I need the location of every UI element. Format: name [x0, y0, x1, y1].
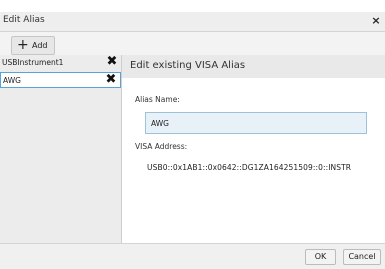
- alias-list-item-awg[interactable]: AWG ✖: [0, 72, 121, 88]
- dialog-title: Edit Alias: [3, 15, 45, 25]
- delete-icon[interactable]: ✖: [104, 72, 118, 88]
- alias-list: USBInstrument1 ✖ AWG ✖: [0, 54, 122, 243]
- alias-name-input[interactable]: [145, 112, 367, 134]
- editor-heading: Edit existing VISA Alias: [130, 60, 246, 71]
- visa-address-value: USB0::0x1AB1::0x0642::DG1ZA164251509::0:…: [147, 163, 352, 172]
- alias-name-label: Alias Name:: [135, 95, 180, 104]
- editor-header: Edit existing VISA Alias: [122, 55, 385, 78]
- visa-address-label: VISA Address:: [135, 142, 188, 151]
- delete-icon[interactable]: ✖: [105, 54, 119, 70]
- add-button-label: Add: [32, 41, 48, 50]
- alias-list-item-usbinstrument1[interactable]: USBInstrument1 ✖: [0, 54, 121, 71]
- dialog-footer: OK Cancel: [0, 243, 385, 269]
- cancel-button[interactable]: Cancel: [343, 249, 381, 265]
- alias-editor-panel: Edit existing VISA Alias Alias Name: VIS…: [122, 55, 385, 243]
- alias-item-label: USBInstrument1: [2, 58, 64, 67]
- plus-icon: +: [17, 37, 29, 53]
- add-alias-button[interactable]: + Add: [11, 36, 55, 55]
- dialog-title-bar: Edit Alias ×: [0, 12, 385, 32]
- alias-item-label: AWG: [3, 76, 21, 85]
- close-icon[interactable]: ×: [370, 14, 382, 28]
- edit-alias-dialog: Edit Alias × + Add USBInstrument1 ✖ AWG …: [0, 12, 385, 269]
- ok-button[interactable]: OK: [305, 249, 336, 265]
